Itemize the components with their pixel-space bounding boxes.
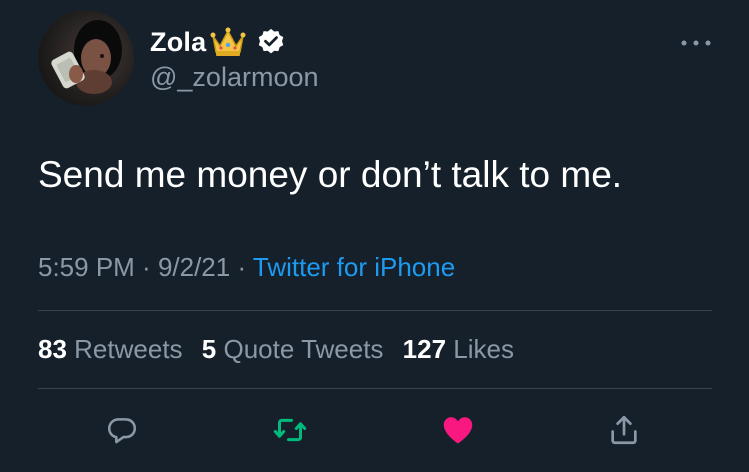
like-icon <box>443 417 473 444</box>
crown-icon <box>210 26 246 58</box>
tweet-date[interactable]: 9/2/21 <box>158 252 230 282</box>
meta-separator: · <box>134 252 158 282</box>
display-name[interactable]: Zola <box>150 27 206 58</box>
retweets-count: 83 <box>38 334 67 364</box>
likes-stat[interactable]: 127 Likes <box>403 334 514 364</box>
likes-count: 127 <box>402 334 447 364</box>
more-options-icon[interactable] <box>679 36 713 48</box>
avatar-photo <box>51 20 122 94</box>
share-icon <box>611 415 637 445</box>
quote-tweets-stat[interactable]: 5 Quote Tweets <box>202 334 384 364</box>
tweet-time[interactable]: 5:59 PM <box>38 252 135 282</box>
tweet-source-link[interactable]: Twitter for iPhone <box>253 252 455 282</box>
tweet-meta: 5:59 PM · 9/2/21 · Twitter for iPhone <box>38 252 455 283</box>
quote-tweets-label: Quote Tweets <box>223 334 384 364</box>
reply-button[interactable] <box>102 410 142 450</box>
quote-tweets-count: 5 <box>201 334 217 364</box>
avatar[interactable] <box>38 10 134 106</box>
divider <box>38 388 712 389</box>
tweet-stats: 83 Retweets 5 Quote Tweets 127 Likes <box>38 334 526 365</box>
share-button[interactable] <box>604 410 644 450</box>
tweet-text: Send me money or don’t talk to me. <box>38 154 623 195</box>
divider <box>38 310 712 311</box>
retweets-label: Retweets <box>74 334 183 364</box>
meta-separator: · <box>230 252 253 282</box>
retweet-icon <box>273 418 307 442</box>
reply-icon <box>107 418 137 444</box>
like-button[interactable] <box>438 410 478 450</box>
author-handle[interactable]: @_zolarmoon <box>150 62 319 93</box>
verified-badge-icon <box>256 27 286 57</box>
author-name-row[interactable]: Zola <box>150 24 286 60</box>
likes-label: Likes <box>453 334 514 364</box>
retweet-button[interactable] <box>270 410 310 450</box>
retweets-stat[interactable]: 83 Retweets <box>38 334 183 364</box>
tweet-card: Zola @_zolarmoon Send me money or don’t … <box>0 0 749 472</box>
